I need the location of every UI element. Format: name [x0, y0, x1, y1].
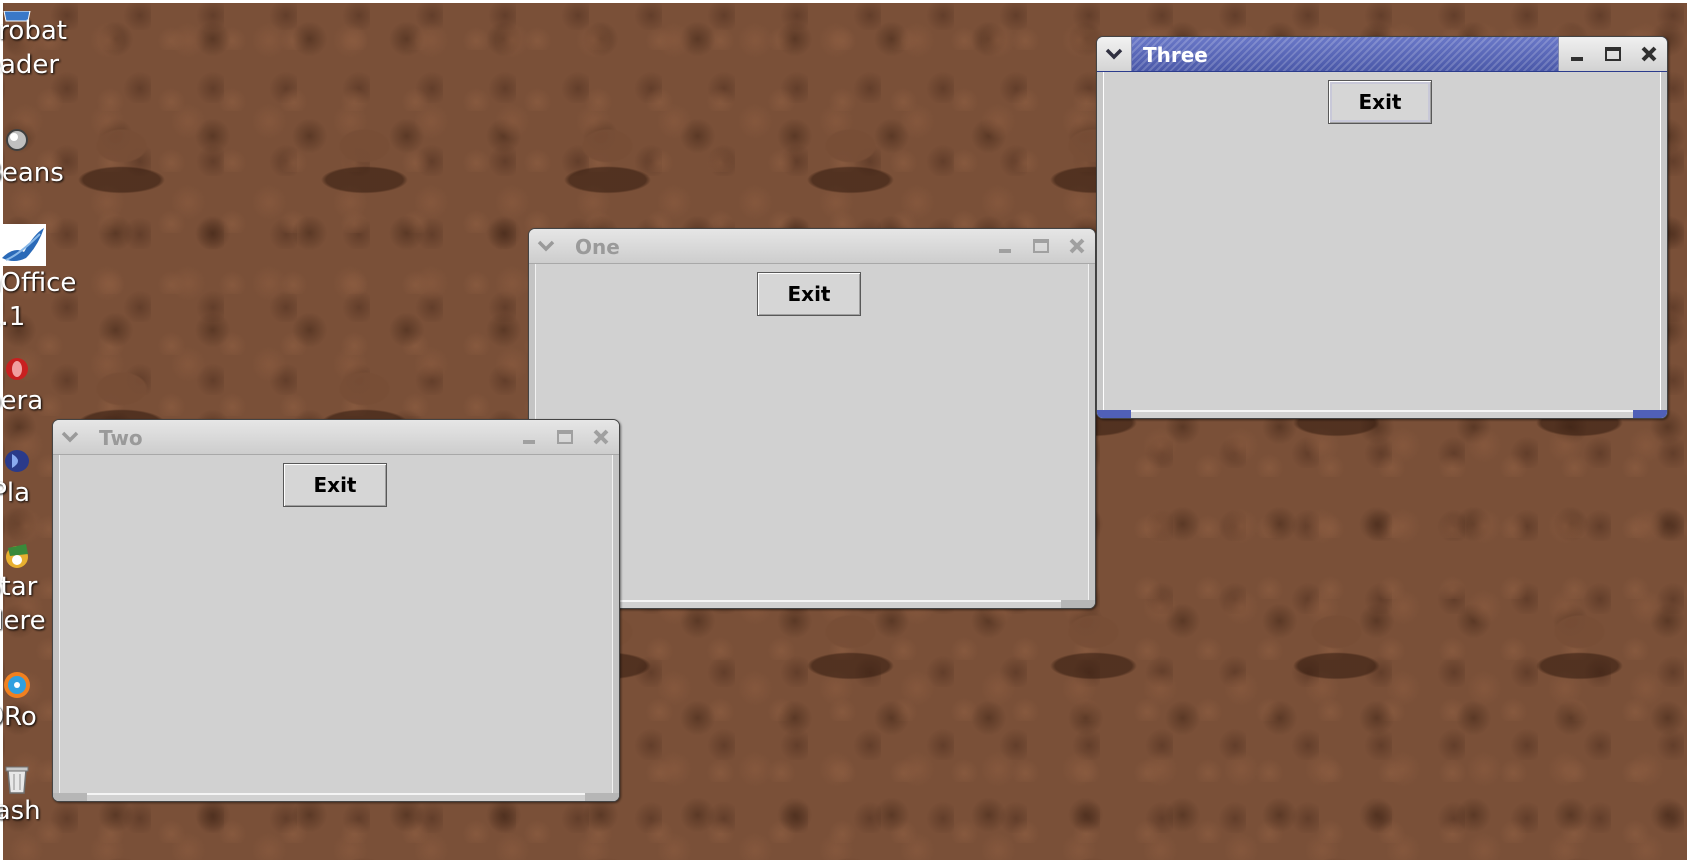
window-menu-button[interactable] [1097, 37, 1132, 71]
desktop-icon-netbeans[interactable]: Beans [0, 126, 116, 190]
minimize-button[interactable] [1559, 37, 1595, 71]
trash-icon [0, 764, 34, 794]
desktop-icon-label: eader [0, 50, 60, 80]
close-button[interactable] [583, 420, 619, 454]
close-icon [1069, 238, 1085, 254]
acrobat-reader-icon [0, 0, 34, 22]
window-content: Exit [1103, 72, 1661, 412]
desktop-icon-label: 1.1 [0, 302, 26, 332]
maximize-icon [557, 430, 573, 444]
chevron-down-icon [537, 240, 555, 252]
window-three[interactable]: Three Exit [1096, 36, 1668, 419]
close-icon [1641, 46, 1657, 62]
window-menu-button[interactable] [529, 229, 563, 263]
desktop-icon-label: pera [0, 386, 44, 416]
chevron-down-icon [61, 431, 79, 443]
maximize-icon [1605, 47, 1621, 61]
close-icon [593, 429, 609, 445]
window-frame-right[interactable] [1661, 72, 1667, 418]
minimize-button[interactable] [511, 420, 547, 454]
realplayer-icon [0, 446, 34, 476]
maximize-button[interactable] [547, 420, 583, 454]
window-controls [1558, 37, 1667, 71]
resize-handle-bottom-left[interactable] [53, 793, 87, 801]
window-title: Two [99, 426, 143, 450]
cdrom-icon [0, 670, 34, 700]
desktop-icon-label: Beans [0, 158, 64, 188]
close-button[interactable] [1631, 37, 1667, 71]
window-two[interactable]: Two Exit [52, 419, 620, 802]
resize-handle-bottom-right[interactable] [585, 793, 619, 801]
minimize-icon [523, 440, 535, 444]
exit-button[interactable]: Exit [1328, 80, 1432, 124]
resize-handle-bottom-right[interactable] [1633, 410, 1667, 418]
desktop-icon-openoffice[interactable]: nOffice 1.1 [0, 224, 116, 334]
window-frame-right[interactable] [613, 455, 619, 801]
chevron-down-icon [1105, 48, 1123, 60]
netbeans-icon [0, 126, 34, 156]
resize-handle-bottom-left[interactable] [1097, 410, 1131, 418]
minimize-button[interactable] [987, 229, 1023, 263]
window-title: One [575, 235, 620, 259]
window-controls [987, 229, 1095, 263]
start-here-icon [0, 540, 34, 570]
exit-button[interactable]: Exit [757, 272, 861, 316]
window-frame-right[interactable] [1089, 264, 1095, 608]
opera-icon [0, 354, 34, 384]
resize-handle-bottom-right[interactable] [1061, 600, 1095, 608]
minimize-icon [1571, 57, 1583, 61]
maximize-icon [1033, 239, 1049, 253]
maximize-button[interactable] [1023, 229, 1059, 263]
window-content: Exit [59, 455, 613, 795]
desktop-icon-label: nOffice [0, 268, 77, 298]
openoffice-icon [0, 224, 46, 266]
window-menu-button[interactable] [53, 420, 87, 454]
window-title: Three [1143, 43, 1208, 67]
close-button[interactable] [1059, 229, 1095, 263]
titlebar[interactable]: Three [1097, 37, 1667, 72]
exit-button[interactable]: Exit [283, 463, 387, 507]
minimize-icon [999, 249, 1011, 253]
desktop-icon-label: crobat [0, 16, 67, 46]
desktop-icon-acrobat-reader[interactable]: crobat eader [0, 0, 116, 82]
window-controls [511, 420, 619, 454]
desktop-icon-opera[interactable]: pera [0, 354, 116, 418]
maximize-button[interactable] [1595, 37, 1631, 71]
titlebar[interactable]: Two [53, 420, 619, 455]
titlebar[interactable]: One [529, 229, 1095, 264]
